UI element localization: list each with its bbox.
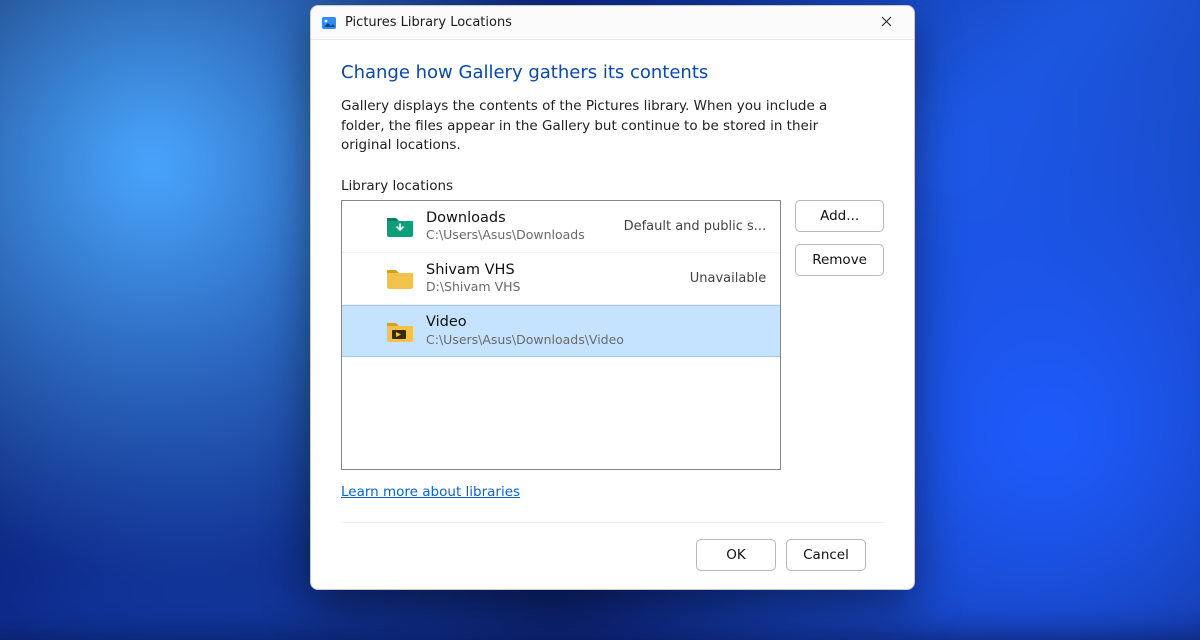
side-buttons: Add... Remove <box>795 200 884 470</box>
location-path: D:\Shivam VHS <box>426 279 678 294</box>
location-name: Shivam VHS <box>426 262 678 279</box>
video-folder-icon <box>386 319 414 343</box>
pictures-library-icon <box>321 15 337 31</box>
location-row[interactable]: Shivam VHS D:\Shivam VHS Unavailable <box>342 253 780 305</box>
list-label: Library locations <box>341 178 884 194</box>
dialog-description: Gallery displays the contents of the Pic… <box>341 97 871 156</box>
locations-listbox[interactable]: Downloads C:\Users\Asus\Downloads Defaul… <box>341 200 781 470</box>
downloads-folder-icon <box>386 214 414 238</box>
location-row[interactable]: Downloads C:\Users\Asus\Downloads Defaul… <box>342 201 780 253</box>
library-locations-dialog: Pictures Library Locations Change how Ga… <box>310 5 915 590</box>
cancel-button[interactable]: Cancel <box>786 539 866 571</box>
location-status: Unavailable <box>690 271 766 286</box>
ok-button[interactable]: OK <box>696 539 776 571</box>
window-title: Pictures Library Locations <box>345 15 512 30</box>
dialog-content: Change how Gallery gathers its contents … <box>311 40 914 589</box>
location-name: Downloads <box>426 210 612 227</box>
folder-icon <box>386 266 414 290</box>
location-path: C:\Users\Asus\Downloads <box>426 227 612 242</box>
close-button[interactable] <box>864 6 908 39</box>
location-name: Video <box>426 314 754 331</box>
add-button[interactable]: Add... <box>795 200 884 232</box>
learn-more-link[interactable]: Learn more about libraries <box>341 484 884 500</box>
dialog-heading: Change how Gallery gathers its contents <box>341 62 884 83</box>
remove-button[interactable]: Remove <box>795 244 884 276</box>
titlebar[interactable]: Pictures Library Locations <box>311 6 914 40</box>
location-row[interactable]: Video C:\Users\Asus\Downloads\Video <box>342 305 780 357</box>
dialog-footer: OK Cancel <box>341 522 884 589</box>
location-status: Default and public s... <box>624 219 767 234</box>
close-icon <box>881 15 892 31</box>
location-path: C:\Users\Asus\Downloads\Video <box>426 332 754 347</box>
